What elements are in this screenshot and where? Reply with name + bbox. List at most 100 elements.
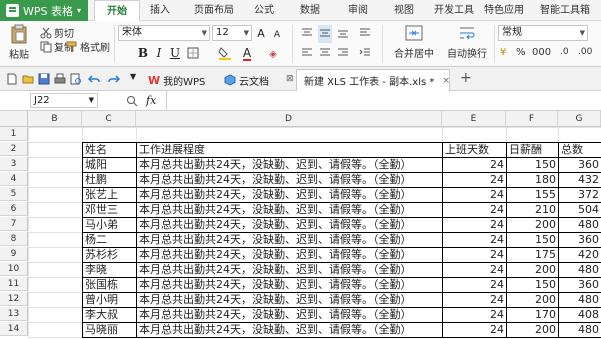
cell-total[interactable]: 480	[559, 218, 601, 232]
align-top-button[interactable]	[300, 25, 314, 43]
cell-days[interactable]: 24	[443, 158, 506, 172]
cell-days[interactable]: 24	[443, 218, 506, 232]
cell-days[interactable]: 24	[443, 203, 506, 217]
cell-salary[interactable]: 200	[507, 263, 558, 277]
cell-total[interactable]: 372	[559, 188, 601, 202]
align-bottom-button[interactable]	[336, 25, 350, 43]
align-right-button[interactable]	[336, 45, 350, 63]
save-icon[interactable]	[38, 73, 50, 85]
tab-home[interactable]: 开始	[94, 0, 140, 22]
row-header-6[interactable]: 6	[0, 202, 28, 216]
name-box[interactable]: J22 ▼	[30, 93, 98, 108]
cut-button[interactable]: 剪切	[40, 25, 74, 40]
cell-progress[interactable]: 本月总共出勤共24天，没缺勤、迟到、请假等。（全勤）	[137, 263, 442, 277]
cell-salary[interactable]: 200	[507, 323, 558, 337]
cell-progress[interactable]: 本月总共出勤共24天，没缺勤、迟到、请假等。（全勤）	[137, 323, 442, 337]
cell-name[interactable]: 曾小明	[83, 293, 136, 307]
new-tab-icon[interactable]: +	[460, 70, 472, 86]
cell-progress[interactable]: 本月总共出勤共24天，没缺勤、迟到、请假等。（全勤）	[137, 308, 442, 322]
tab-formula[interactable]: 公式	[254, 0, 274, 21]
cell-total[interactable]: 504	[559, 203, 601, 217]
row-header-1[interactable]: 1	[0, 127, 28, 141]
new-file-icon[interactable]	[6, 73, 18, 85]
merge-center-button[interactable]: 合并居中	[390, 24, 438, 64]
column-header-g[interactable]: G	[558, 111, 601, 127]
redo-icon[interactable]	[108, 73, 120, 85]
cell-name[interactable]: 苏杉杉	[83, 248, 136, 262]
align-center-button[interactable]	[318, 45, 332, 63]
tab-active-workbook[interactable]: 新建 XLS 工作表 - 副本.xls * ×	[296, 69, 450, 91]
print-preview-icon[interactable]	[70, 73, 82, 85]
cell-days[interactable]: 24	[443, 263, 506, 277]
cell-name[interactable]: 城阳	[83, 158, 136, 172]
row-header-9[interactable]: 9	[0, 247, 28, 261]
cell-name[interactable]: 马晓丽	[83, 323, 136, 337]
header-cell-salary[interactable]: 日薪酬	[507, 143, 558, 157]
row-header-11[interactable]: 11	[0, 277, 28, 291]
cell-total[interactable]: 432	[559, 173, 601, 187]
cell-progress[interactable]: 本月总共出勤共24天，没缺勤、迟到、请假等。（全勤）	[137, 203, 442, 217]
zoom-icon[interactable]	[126, 95, 138, 107]
tab-features[interactable]: 特色应用	[484, 0, 524, 21]
grow-font-button[interactable]: A	[254, 25, 268, 42]
header-cell-total[interactable]: 总数	[559, 143, 601, 157]
font-color-button[interactable]: A	[240, 45, 254, 61]
tab-data[interactable]: 数据	[300, 0, 320, 21]
cell-days[interactable]: 24	[443, 173, 506, 187]
tab-view[interactable]: 视图	[394, 0, 414, 21]
underline-button[interactable]: U	[168, 45, 182, 61]
print-icon[interactable]	[54, 73, 66, 85]
cell-progress[interactable]: 本月总共出勤共24天，没缺勤、迟到、请假等。（全勤）	[137, 278, 442, 292]
select-all-corner[interactable]	[0, 111, 28, 127]
tab-insert[interactable]: 插入	[150, 0, 170, 21]
cell-salary[interactable]: 150	[507, 158, 558, 172]
cell-salary[interactable]: 170	[507, 308, 558, 322]
header-cell-days[interactable]: 上班天数	[443, 143, 506, 157]
row-header-5[interactable]: 5	[0, 187, 28, 201]
indent-button[interactable]	[358, 45, 372, 63]
open-folder-icon[interactable]	[22, 73, 34, 85]
cell-name[interactable]: 李大叔	[83, 308, 136, 322]
column-header-c[interactable]: C	[82, 111, 136, 127]
cell-name[interactable]: 杨二	[83, 233, 136, 247]
column-header-b[interactable]: B	[28, 111, 82, 127]
currency-button[interactable]: ¥	[500, 47, 506, 58]
cell-total[interactable]: 408	[559, 308, 601, 322]
row-header-13[interactable]: 13	[0, 307, 28, 321]
italic-button[interactable]: I	[152, 45, 166, 61]
fill-color-button[interactable]	[218, 45, 232, 64]
header-cell-name[interactable]: 姓名	[83, 143, 136, 157]
cell-progress[interactable]: 本月总共出勤共24天，没缺勤、迟到、请假等。（全勤）	[137, 218, 442, 232]
row-header-14[interactable]: 14	[0, 322, 28, 336]
cell-salary[interactable]: 150	[507, 233, 558, 247]
cell-total[interactable]: 480	[559, 263, 601, 277]
cell-days[interactable]: 24	[443, 248, 506, 262]
cell-salary[interactable]: 150	[507, 278, 558, 292]
clear-format-button[interactable]: ◈	[266, 45, 280, 63]
close-icon[interactable]: ×	[442, 76, 450, 86]
paste-button[interactable]: 粘贴	[6, 24, 32, 64]
align-left2-button[interactable]	[300, 45, 314, 63]
row-header-8[interactable]: 8	[0, 232, 28, 246]
cell-total[interactable]: 420	[559, 248, 601, 262]
tab-developer[interactable]: 开发工具	[434, 0, 474, 21]
cell-progress[interactable]: 本月总共出勤共24天，没缺勤、迟到、请假等。（全勤）	[137, 158, 442, 172]
cell-total[interactable]: 360	[559, 278, 601, 292]
wrap-text-button[interactable]: 自动换行	[444, 24, 490, 64]
font-size-select[interactable]: 12 ▼	[212, 25, 252, 41]
column-header-d[interactable]: D	[136, 111, 442, 127]
column-header-e[interactable]: E	[442, 111, 506, 127]
cell-total[interactable]: 480	[559, 293, 601, 307]
cell-total[interactable]: 480	[559, 323, 601, 337]
column-header-f[interactable]: F	[506, 111, 558, 127]
cell-name[interactable]: 张艺上	[83, 188, 136, 202]
borders-button[interactable]	[186, 45, 200, 63]
decrease-decimal-button[interactable]: .00	[578, 47, 592, 57]
shrink-font-button[interactable]: A	[270, 25, 284, 43]
percent-button[interactable]: %	[516, 47, 526, 58]
cell-name[interactable]: 马小弟	[83, 218, 136, 232]
chevron-down-icon[interactable]: ▼	[130, 72, 136, 81]
cell-salary[interactable]: 200	[507, 218, 558, 232]
cell-progress[interactable]: 本月总共出勤共24天，没缺勤、迟到、请假等。（全勤）	[137, 293, 442, 307]
cell-days[interactable]: 24	[443, 278, 506, 292]
